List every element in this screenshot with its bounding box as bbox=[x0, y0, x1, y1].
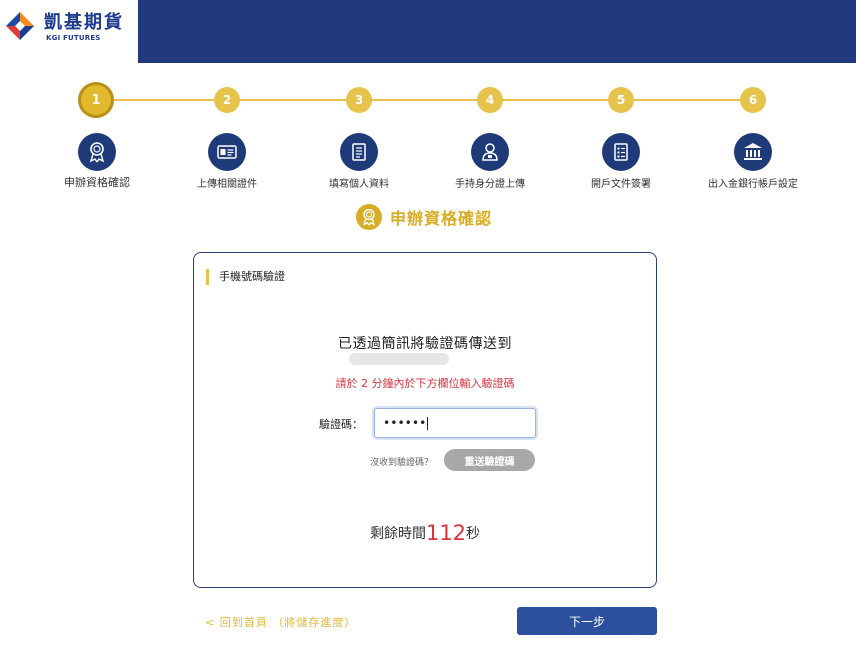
resend-code-button[interactable]: 重送驗證碼 bbox=[444, 449, 535, 471]
verification-card: 手機號碼驗證 已透過簡訊將驗證碼傳送到 請於 2 分鐘內於下方欄位輸入驗證碼 驗… bbox=[193, 252, 657, 588]
step-3-number: 3 bbox=[346, 87, 372, 113]
page-header: 凱基期貨 KGI FUTURES bbox=[0, 0, 856, 63]
no-code-text: 沒收到驗證碼？ bbox=[370, 458, 434, 468]
step-2-label: 上傳相關證件 bbox=[197, 179, 257, 190]
timer-prefix: 剩餘時間 bbox=[369, 526, 426, 542]
step-1-label: 申辦資格確認 bbox=[64, 176, 130, 189]
step-2-number: 2 bbox=[214, 87, 240, 113]
person-icon bbox=[471, 133, 509, 171]
time-limit-warning: 請於 2 分鐘內於下方欄位輸入驗證碼 bbox=[335, 377, 515, 390]
timer-suffix: 秒 bbox=[466, 526, 481, 542]
countdown-timer: 剩餘時間112秒 bbox=[194, 521, 656, 545]
step-6-label: 出入金銀行帳戶設定 bbox=[708, 179, 798, 190]
card-heading: 手機號碼驗證 bbox=[206, 269, 285, 285]
step-5-number: 5 bbox=[608, 87, 634, 113]
award-ribbon-icon bbox=[78, 133, 116, 171]
id-card-icon bbox=[208, 133, 246, 171]
progress-line bbox=[96, 99, 756, 101]
sms-sent-message: 已透過簡訊將驗證碼傳送到 bbox=[338, 336, 512, 352]
bank-building-icon bbox=[734, 133, 772, 171]
code-value: •••••• bbox=[383, 416, 427, 430]
header-band bbox=[138, 0, 856, 63]
step-3-label: 填寫個人資料 bbox=[329, 179, 389, 190]
section-title-text: 申辦資格確認 bbox=[390, 209, 493, 228]
masked-phone-number bbox=[349, 353, 449, 365]
step-1-number: 1 bbox=[78, 82, 114, 118]
step-5-label: 開戶文件簽署 bbox=[591, 179, 651, 190]
brand-subtitle: KGI FUTURES bbox=[46, 34, 101, 42]
logo[interactable]: 凱基期貨 KGI FUTURES bbox=[0, 0, 138, 63]
step-4-label: 手持身分證上傳 bbox=[455, 179, 525, 190]
verification-code-input[interactable]: •••••• bbox=[374, 408, 536, 438]
document-lines-icon bbox=[340, 133, 378, 171]
code-label: 驗證碼： bbox=[319, 418, 363, 431]
checklist-document-icon bbox=[602, 133, 640, 171]
brand-name: 凱基期貨 bbox=[44, 12, 124, 33]
kgi-logo-icon bbox=[6, 12, 34, 40]
award-ribbon-icon bbox=[356, 204, 382, 230]
step-6-number: 6 bbox=[740, 87, 766, 113]
timer-value: 112 bbox=[425, 521, 467, 545]
back-to-home-link[interactable]: < 回到首頁 （將儲存進度） bbox=[205, 614, 356, 630]
section-title: 申辦資格確認 bbox=[356, 203, 492, 231]
next-step-button[interactable]: 下一步 bbox=[517, 607, 657, 635]
step-4-number: 4 bbox=[477, 87, 503, 113]
text-caret bbox=[427, 417, 429, 430]
